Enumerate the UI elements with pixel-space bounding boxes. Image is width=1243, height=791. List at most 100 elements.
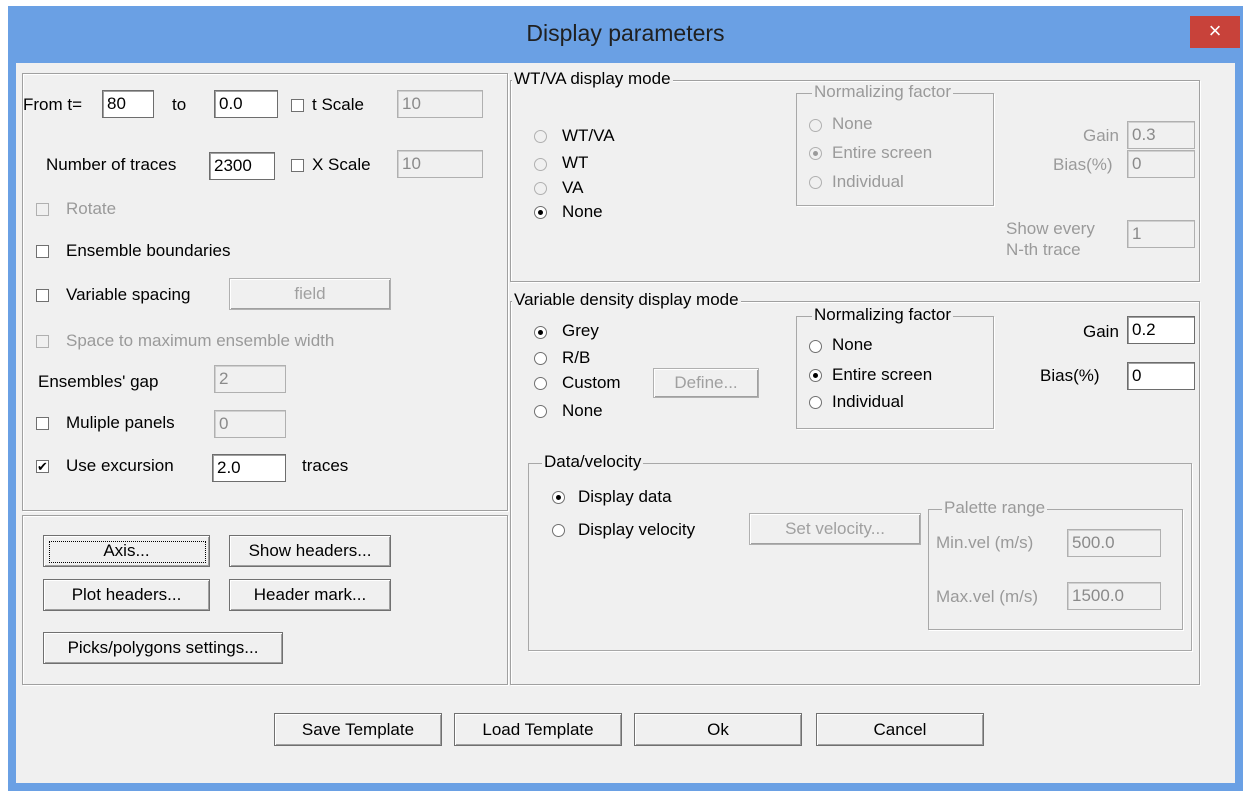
wtva-radio-va[interactable]: [534, 182, 547, 195]
ensemble-boundaries-checkbox[interactable]: [36, 245, 49, 258]
display-data-radio[interactable]: [552, 491, 565, 504]
axis-button[interactable]: Axis...: [43, 535, 210, 567]
save-template-button[interactable]: Save Template: [274, 713, 442, 746]
dialog-body: From t= 80 to 0.0 t Scale 10 Number of t…: [16, 63, 1235, 783]
ensemble-boundaries-label: Ensemble boundaries: [66, 241, 231, 260]
wtva-radio-wt[interactable]: [534, 158, 547, 171]
wtva-option-wt: WT: [562, 153, 589, 172]
define-button[interactable]: Define...: [653, 368, 759, 398]
space-to-max-label: Space to maximum ensemble width: [66, 331, 335, 350]
show-headers-button[interactable]: Show headers...: [229, 535, 391, 567]
variable-spacing-checkbox[interactable]: [36, 289, 49, 302]
wtva-norm-radio-individual[interactable]: [809, 176, 822, 189]
vd-bias-input[interactable]: 0: [1127, 362, 1195, 390]
wtva-bias-input[interactable]: 0: [1127, 150, 1195, 178]
vd-legend: Variable density display mode: [512, 290, 741, 310]
wtva-normalizing-legend: Normalizing factor: [812, 82, 953, 102]
multiple-panels-label: Muliple panels: [66, 413, 175, 432]
focus-rectangle: [49, 541, 206, 563]
header-mark-button[interactable]: Header mark...: [229, 579, 391, 611]
min-vel-label: Min.vel (m/s): [936, 533, 1034, 552]
set-velocity-button[interactable]: Set velocity...: [749, 513, 921, 545]
display-velocity-label: Display velocity: [578, 520, 696, 539]
vd-norm-radio-individual[interactable]: [809, 396, 822, 409]
display-data-label: Display data: [578, 487, 672, 506]
vd-gain-label: Gain: [1083, 322, 1119, 341]
variable-spacing-label: Variable spacing: [66, 285, 191, 304]
wtva-option-va: VA: [562, 178, 584, 197]
max-vel-input[interactable]: 1500.0: [1067, 582, 1161, 610]
display-velocity-radio[interactable]: [552, 524, 565, 537]
x-scale-input[interactable]: 10: [397, 150, 483, 178]
vd-normalizing-legend: Normalizing factor: [812, 305, 953, 325]
vd-option-grey: Grey: [562, 321, 599, 340]
title-bar[interactable]: Display parameters ×: [8, 6, 1243, 66]
wtva-option-wtva: WT/VA: [562, 126, 615, 145]
wtva-gain-label: Gain: [1083, 126, 1119, 145]
from-label: From t=: [23, 95, 83, 114]
ensembles-gap-input[interactable]: 2: [214, 365, 286, 393]
to-time-input[interactable]: 0.0: [214, 90, 278, 118]
cancel-button[interactable]: Cancel: [816, 713, 984, 746]
number-of-traces-input[interactable]: 2300: [209, 152, 275, 180]
ok-button[interactable]: Ok: [634, 713, 802, 746]
use-excursion-checkbox[interactable]: ✔: [36, 460, 49, 473]
ensembles-gap-label: Ensembles' gap: [38, 372, 159, 391]
min-vel-input[interactable]: 500.0: [1067, 529, 1161, 557]
vd-option-custom: Custom: [562, 373, 621, 392]
multiple-panels-input[interactable]: 0: [214, 410, 286, 438]
excursion-input[interactable]: 2.0: [212, 454, 286, 482]
show-every-input[interactable]: 1: [1127, 220, 1195, 248]
multiple-panels-checkbox[interactable]: [36, 417, 49, 430]
palette-range-group: [928, 509, 1183, 630]
vd-bias-label: Bias(%): [1040, 366, 1100, 385]
wtva-legend: WT/VA display mode: [512, 69, 673, 89]
close-button[interactable]: ×: [1190, 16, 1240, 48]
wtva-norm-none: None: [832, 114, 873, 133]
window-title: Display parameters: [526, 20, 725, 46]
wtva-radio-wtva[interactable]: [534, 130, 547, 143]
traces-unit-label: traces: [302, 456, 349, 475]
data-velocity-legend: Data/velocity: [542, 452, 644, 472]
from-time-input[interactable]: 80: [102, 90, 154, 118]
max-vel-label: Max.vel (m/s): [936, 587, 1038, 606]
to-label: to: [172, 95, 187, 114]
vd-radio-grey[interactable]: [534, 326, 547, 339]
space-to-max-checkbox[interactable]: [36, 335, 49, 348]
vd-norm-individual: Individual: [832, 392, 904, 411]
vd-norm-none: None: [832, 335, 873, 354]
x-scale-checkbox[interactable]: [291, 159, 304, 172]
wtva-radio-none[interactable]: [534, 206, 547, 219]
t-scale-input[interactable]: 10: [397, 90, 483, 118]
plot-headers-button[interactable]: Plot headers...: [43, 579, 210, 611]
wtva-bias-label: Bias(%): [1053, 155, 1113, 174]
wtva-option-none: None: [562, 202, 603, 221]
rotate-label: Rotate: [66, 199, 117, 218]
vd-option-rb: R/B: [562, 348, 591, 367]
vd-gain-input[interactable]: 0.2: [1127, 316, 1195, 344]
vd-radio-rb[interactable]: [534, 352, 547, 365]
vd-option-none: None: [562, 401, 603, 420]
wtva-norm-entire: Entire screen: [832, 143, 933, 162]
x-scale-label: X Scale: [312, 155, 371, 174]
vd-norm-entire: Entire screen: [832, 365, 933, 384]
use-excursion-label: Use excursion: [66, 456, 174, 475]
vd-norm-radio-entire[interactable]: [809, 369, 822, 382]
wtva-norm-radio-entire[interactable]: [809, 147, 822, 160]
nth-trace-label: N-th trace: [1006, 240, 1081, 259]
show-every-label: Show every: [1006, 219, 1095, 238]
vd-radio-none[interactable]: [534, 405, 547, 418]
load-template-button[interactable]: Load Template: [454, 713, 622, 746]
picks-polygons-settings-button[interactable]: Picks/polygons settings...: [43, 632, 283, 664]
field-button[interactable]: field: [229, 278, 391, 310]
traces-label: Number of traces: [46, 155, 177, 174]
vd-radio-custom[interactable]: [534, 377, 547, 390]
wtva-gain-input[interactable]: 0.3: [1127, 121, 1195, 149]
t-scale-label: t Scale: [312, 95, 364, 114]
wtva-norm-radio-none[interactable]: [809, 119, 822, 132]
palette-range-legend: Palette range: [942, 498, 1048, 518]
vd-norm-radio-none[interactable]: [809, 340, 822, 353]
wtva-norm-individual: Individual: [832, 172, 904, 191]
t-scale-checkbox[interactable]: [291, 99, 304, 112]
rotate-checkbox[interactable]: [36, 203, 49, 216]
